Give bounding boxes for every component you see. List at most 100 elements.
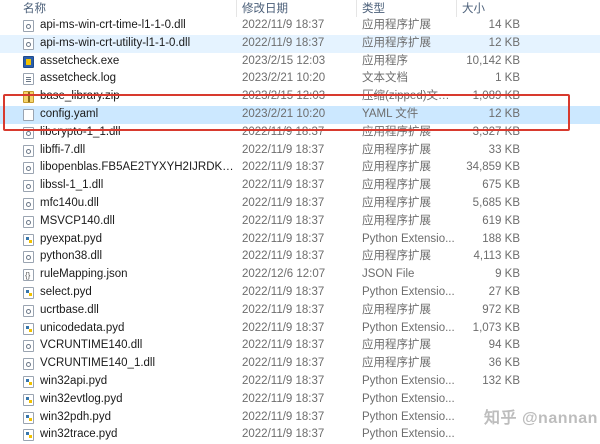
file-modified-date: 2022/11/9 18:37 bbox=[242, 374, 325, 387]
file-modified-date: 2023/2/21 10:20 bbox=[242, 72, 326, 85]
file-type: 应用程序扩展 bbox=[362, 250, 431, 263]
file-name: unicodedata.pyd bbox=[40, 321, 125, 334]
file-name: win32api.pyd bbox=[40, 374, 108, 387]
file-modified-date: 2022/11/9 18:37 bbox=[242, 250, 325, 263]
file-type: Python Extensio... bbox=[362, 374, 455, 387]
file-row[interactable]: libcrypto-1_1.dll 2022/11/9 18:37 应用程序扩展 3,… bbox=[0, 124, 600, 142]
column-header-type[interactable]: 类型 bbox=[362, 2, 385, 17]
file-size: 34,859 KB bbox=[466, 161, 520, 174]
file-modified-date: 2022/11/9 18:37 bbox=[242, 321, 325, 334]
dll-icon bbox=[23, 251, 34, 264]
file-row[interactable]: mfc140u.dll 2022/11/9 18:37 应用程序扩展 5,685 KB bbox=[0, 195, 600, 213]
python-file-icon bbox=[23, 322, 34, 335]
file-row[interactable]: MSVCP140.dll 2022/11/9 18:37 应用程序扩展 619 KB bbox=[0, 213, 600, 231]
file-modified-date: 2022/11/9 18:37 bbox=[242, 161, 325, 174]
zip-icon bbox=[23, 91, 34, 104]
file-row[interactable]: config.yaml 2023/2/21 10:20 YAML 文件 12 KB bbox=[0, 105, 600, 124]
file-name: libopenblas.FB5AE2TYXYH2IJRDKGD... bbox=[40, 161, 236, 174]
file-size: 1,073 KB bbox=[472, 321, 520, 334]
file-row[interactable]: libssl-1_1.dll 2022/11/9 18:37 应用程序扩展 675 K… bbox=[0, 177, 600, 195]
file-row[interactable]: libopenblas.FB5AE2TYXYH2IJRDKGD... 2022/1… bbox=[0, 159, 600, 177]
text-file-icon bbox=[23, 73, 34, 86]
file-name: libssl-1_1.dll bbox=[40, 179, 104, 192]
file-type: Python Extensio... bbox=[362, 232, 455, 245]
column-divider[interactable] bbox=[456, 0, 457, 17]
file-modified-date: 2022/11/9 18:37 bbox=[242, 357, 325, 370]
file-type: 应用程序扩展 bbox=[362, 125, 431, 138]
file-name: python38.dll bbox=[40, 250, 103, 263]
file-row[interactable]: pyexpat.pyd 2022/11/9 18:37 Python Extensi… bbox=[0, 231, 600, 249]
file-type: Python Extensio... bbox=[362, 321, 455, 334]
file-name: mfc140u.dll bbox=[40, 196, 99, 209]
file-type: 应用程序扩展 bbox=[362, 179, 431, 192]
file-row[interactable]: win32api.pyd 2022/11/9 18:37 Python Extens… bbox=[0, 373, 600, 391]
column-divider[interactable] bbox=[356, 0, 357, 17]
file-size: 132 KB bbox=[482, 374, 520, 387]
file-row[interactable]: VCRUNTIME140_1.dll 2022/11/9 18:37 应用程序扩展 3… bbox=[0, 355, 600, 373]
file-row[interactable]: ruleMapping.json 2022/12/6 12:07 JSON File… bbox=[0, 266, 600, 285]
file-type: 应用程序扩展 bbox=[362, 36, 431, 49]
file-name: MSVCP140.dll bbox=[40, 214, 115, 227]
file-modified-date: 2022/11/9 18:37 bbox=[242, 303, 325, 316]
file-row[interactable]: unicodedata.pyd 2022/11/9 18:37 Python Ext… bbox=[0, 320, 600, 338]
file-row[interactable]: api-ms-win-crt-utility-l1-1-0.dll 2022/11… bbox=[0, 34, 600, 53]
file-row[interactable]: win32trace.pyd 2022/11/9 18:37 Python Exte… bbox=[0, 426, 600, 444]
dll-icon bbox=[23, 304, 34, 317]
file-size: 27 KB bbox=[488, 285, 520, 298]
dll-icon bbox=[23, 197, 34, 210]
file-size: 94 KB bbox=[488, 339, 520, 352]
dll-icon bbox=[23, 20, 34, 32]
file-modified-date: 2022/11/9 18:37 bbox=[242, 392, 325, 405]
file-type: Python Extensio... bbox=[362, 285, 455, 298]
file-type: 应用程序扩展 bbox=[362, 143, 431, 156]
python-file-icon bbox=[23, 411, 34, 424]
file-row[interactable]: ucrtbase.dll 2022/11/9 18:37 应用程序扩展 972 KB bbox=[0, 302, 600, 320]
file-name: api-ms-win-crt-utility-l1-1-0.dll bbox=[40, 36, 191, 49]
sort-chevron-icon: ⌃ bbox=[0, 0, 8, 5]
file-modified-date: 2022/11/9 18:37 bbox=[242, 410, 325, 423]
file-row[interactable]: VCRUNTIME140.dll 2022/11/9 18:37 应用程序扩展 94 … bbox=[0, 337, 600, 355]
file-row[interactable]: api-ms-win-crt-time-l1-1-0.dll 2022/11/9 … bbox=[0, 17, 600, 35]
column-header-bar: ⌃ 名称 修改日期 类型 大小 bbox=[0, 0, 600, 17]
file-name: config.yaml bbox=[40, 107, 99, 120]
file-modified-date: 2022/11/9 18:37 bbox=[242, 339, 325, 352]
file-type: 应用程序扩展 bbox=[362, 214, 431, 227]
file-modified-date: 2022/11/9 18:37 bbox=[242, 36, 325, 49]
file-size: 9 KB bbox=[495, 268, 520, 281]
file-list: api-ms-win-crt-time-l1-1-0.dll 2022/11/9 … bbox=[0, 17, 600, 444]
column-divider[interactable] bbox=[236, 0, 237, 17]
column-header-modified[interactable]: 修改日期 bbox=[242, 2, 288, 17]
file-row[interactable]: python38.dll 2022/11/9 18:37 应用程序扩展 4,113 K… bbox=[0, 248, 600, 266]
column-header-name[interactable]: 名称 bbox=[23, 2, 46, 17]
file-name: VCRUNTIME140_1.dll bbox=[40, 357, 156, 370]
file-modified-date: 2022/11/9 18:37 bbox=[242, 214, 325, 227]
file-modified-date: 2022/11/9 18:37 bbox=[242, 428, 325, 441]
file-name: ruleMapping.json bbox=[40, 268, 128, 281]
file-modified-date: 2023/2/15 12:03 bbox=[242, 54, 326, 67]
file-size: 14 KB bbox=[488, 19, 520, 31]
file-name: libffi-7.dll bbox=[40, 143, 86, 156]
file-name: select.pyd bbox=[40, 285, 92, 298]
dll-icon bbox=[23, 162, 34, 175]
dll-icon bbox=[23, 340, 34, 353]
file-row[interactable]: base_library.zip 2023/2/15 12:03 压缩(zipped… bbox=[0, 88, 600, 106]
file-row[interactable]: assetcheck.log 2023/2/21 10:20 文本文档 1 KB bbox=[0, 70, 600, 88]
file-row[interactable]: assetcheck.exe 2023/2/15 12:03 应用程序 10,142 … bbox=[0, 53, 600, 71]
file-size: 188 KB bbox=[482, 232, 520, 245]
dll-icon bbox=[23, 180, 34, 193]
json-file-icon bbox=[23, 267, 34, 285]
column-header-size[interactable]: 大小 bbox=[462, 2, 485, 17]
file-name: assetcheck.log bbox=[40, 72, 117, 85]
file-modified-date: 2022/11/9 18:37 bbox=[242, 125, 325, 138]
file-modified-date: 2022/11/9 18:37 bbox=[242, 143, 325, 156]
file-type: Python Extensio... bbox=[362, 392, 455, 405]
file-size: 1,089 KB bbox=[472, 90, 520, 103]
file-type: 应用程序扩展 bbox=[362, 196, 431, 209]
file-size: 5,685 KB bbox=[472, 196, 520, 209]
file-row[interactable]: select.pyd 2022/11/9 18:37 Python Extensio… bbox=[0, 284, 600, 302]
python-file-icon bbox=[23, 375, 34, 388]
file-name: api-ms-win-crt-time-l1-1-0.dll bbox=[40, 19, 186, 31]
file-row[interactable]: libffi-7.dll 2022/11/9 18:37 应用程序扩展 33 KB bbox=[0, 142, 600, 160]
file-size: 675 KB bbox=[482, 179, 520, 192]
file-name: win32pdh.pyd bbox=[40, 410, 111, 423]
